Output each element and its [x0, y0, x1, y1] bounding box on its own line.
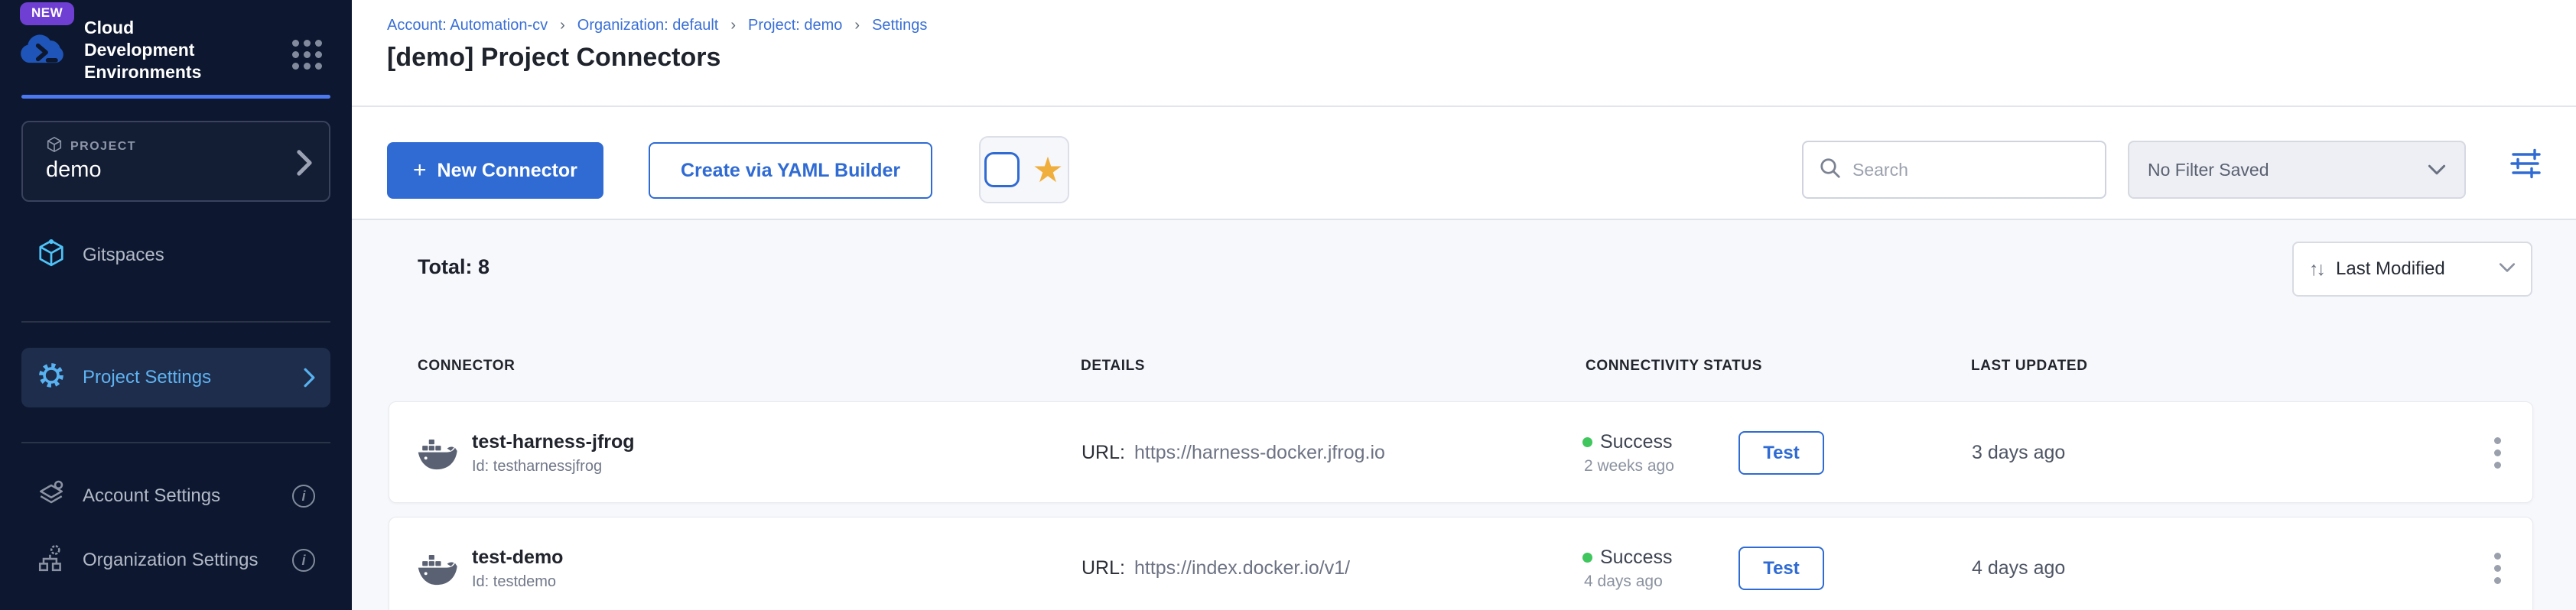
- project-selector[interactable]: PROJECT demo: [21, 121, 330, 202]
- last-updated-cell: 3 days ago: [1972, 402, 2065, 504]
- connectivity-status-cell: Success 4 days ago: [1582, 518, 1672, 610]
- saved-filter-label: No Filter Saved: [2148, 160, 2269, 180]
- page-header: Account: Automation-cv › Organization: d…: [352, 0, 2576, 107]
- gitspaces-cube-icon: [37, 238, 66, 273]
- sort-dropdown[interactable]: ↑↓ Last Modified: [2292, 242, 2532, 297]
- connectivity-status-cell: Success 2 weeks ago: [1582, 402, 1674, 504]
- connector-details-cell: URL: https://index.docker.io/v1/: [1081, 518, 1350, 610]
- yaml-builder-label: Create via YAML Builder: [681, 160, 900, 182]
- module-grid-icon[interactable]: [292, 40, 322, 70]
- sidebar-item-gitspaces[interactable]: Gitspaces: [21, 231, 330, 280]
- column-header-details: DETAILS: [1081, 358, 1145, 375]
- favorites-filter-group: ★: [979, 136, 1069, 203]
- sidebar: NEW Cloud Development Environments PROJE…: [0, 0, 352, 610]
- test-connection-button[interactable]: Test: [1738, 547, 1824, 590]
- search-icon: [1819, 157, 1842, 183]
- sidebar-item-project-settings[interactable]: Project Settings: [21, 348, 330, 407]
- status-age: 2 weeks ago: [1584, 457, 1674, 475]
- breadcrumb-organization-link[interactable]: Organization: default: [577, 17, 719, 34]
- search-box: [1802, 141, 2106, 199]
- new-badge: NEW: [20, 2, 74, 25]
- connector-id: Id: testharnessjfrog: [472, 458, 635, 475]
- page-title: [demo] Project Connectors: [387, 43, 720, 73]
- search-input[interactable]: [1852, 160, 2082, 180]
- info-icon[interactable]: i: [292, 549, 315, 572]
- column-header-last-updated: LAST UPDATED: [1971, 358, 2088, 375]
- sidebar-item-organization-settings[interactable]: Organization Settings i: [21, 539, 330, 582]
- new-connector-label: New Connector: [437, 160, 577, 182]
- column-header-connectivity-status: CONNECTIVITY STATUS: [1586, 358, 1762, 375]
- sidebar-divider: [21, 442, 330, 443]
- chevron-down-icon: [2428, 160, 2446, 180]
- organization-settings-icon: [37, 543, 66, 578]
- project-label: PROJECT: [70, 140, 136, 154]
- connector-id: Id: testdemo: [472, 573, 563, 591]
- sidebar-item-label: Project Settings: [83, 367, 211, 388]
- new-connector-button[interactable]: + New Connector: [387, 142, 603, 199]
- sidebar-item-label: Gitspaces: [83, 245, 164, 266]
- url-value: https://harness-docker.jfrog.io: [1134, 442, 1385, 464]
- connectors-list-panel: Total: 8 ↑↓ Last Modified CONNECTOR DETA…: [352, 220, 2576, 610]
- create-via-yaml-builder-button[interactable]: Create via YAML Builder: [649, 142, 932, 199]
- breadcrumb: Account: Automation-cv › Organization: d…: [387, 17, 927, 34]
- cube-icon: [46, 136, 63, 157]
- sidebar-item-label: Account Settings: [83, 485, 220, 507]
- docker-registry-icon: [417, 402, 458, 504]
- connector-details-cell: URL: https://harness-docker.jfrog.io: [1081, 402, 1385, 504]
- connector-row[interactable]: test-demo Id: testdemo URL: https://inde…: [389, 517, 2533, 610]
- saved-filter-dropdown[interactable]: No Filter Saved: [2128, 141, 2466, 199]
- sort-label: Last Modified: [2336, 258, 2445, 280]
- connector-name: test-demo: [472, 547, 563, 569]
- project-name: demo: [46, 157, 102, 183]
- total-count: Total: 8: [418, 255, 490, 279]
- info-icon[interactable]: i: [292, 485, 315, 508]
- filter-sliders-icon[interactable]: [2509, 148, 2542, 183]
- star-icon[interactable]: ★: [1032, 152, 1063, 187]
- last-updated-cell: 4 days ago: [1972, 518, 2065, 610]
- breadcrumb-separator: ›: [730, 17, 736, 34]
- connector-row[interactable]: test-harness-jfrog Id: testharnessjfrog …: [389, 401, 2533, 503]
- connector-name-cell: test-demo Id: testdemo: [472, 518, 563, 610]
- kebab-menu-icon[interactable]: [2482, 518, 2513, 610]
- chevron-down-icon: [2499, 262, 2516, 277]
- sort-arrows-icon: ↑↓: [2309, 258, 2324, 281]
- breadcrumb-separator: ›: [854, 17, 860, 34]
- connector-name-cell: test-harness-jfrog Id: testharnessjfrog: [472, 402, 635, 504]
- cloud-dev-environments-logo: [20, 31, 70, 77]
- sidebar-divider: [21, 321, 330, 323]
- chevron-right-icon: [297, 150, 312, 180]
- account-settings-icon: [37, 479, 66, 514]
- success-dot-icon: [1582, 553, 1592, 563]
- status-text: Success: [1600, 431, 1672, 453]
- column-header-connector: CONNECTOR: [418, 358, 516, 375]
- plus-icon: +: [413, 157, 427, 183]
- favorites-checkbox[interactable]: [984, 152, 1020, 187]
- status-text: Success: [1600, 547, 1672, 569]
- kebab-menu-icon[interactable]: [2482, 402, 2513, 504]
- toolbar: + New Connector Create via YAML Builder …: [352, 107, 2576, 220]
- url-value: https://index.docker.io/v1/: [1134, 557, 1350, 579]
- status-age: 4 days ago: [1584, 573, 1672, 591]
- sidebar-item-account-settings[interactable]: Account Settings i: [21, 475, 330, 518]
- url-label: URL:: [1081, 557, 1125, 579]
- sidebar-item-label: Organization Settings: [83, 550, 258, 571]
- docker-registry-icon: [417, 518, 458, 610]
- breadcrumb-account-link[interactable]: Account: Automation-cv: [387, 17, 548, 34]
- breadcrumb-project-link[interactable]: Project: demo: [748, 17, 842, 34]
- test-connection-button[interactable]: Test: [1738, 431, 1824, 475]
- url-label: URL:: [1081, 442, 1125, 464]
- gear-icon: [37, 361, 66, 395]
- logo-underline: [21, 95, 330, 99]
- app-title: Cloud Development Environments: [84, 17, 226, 83]
- success-dot-icon: [1582, 437, 1592, 447]
- connector-name: test-harness-jfrog: [472, 431, 635, 453]
- breadcrumb-separator: ›: [560, 17, 565, 34]
- breadcrumb-settings-link[interactable]: Settings: [872, 17, 927, 34]
- chevron-right-icon: [304, 368, 315, 388]
